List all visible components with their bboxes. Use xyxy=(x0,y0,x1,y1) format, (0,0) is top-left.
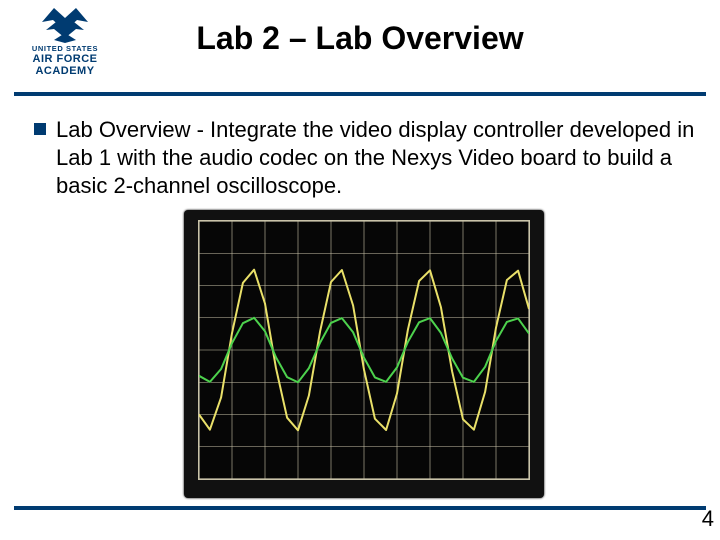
bullet-square-icon xyxy=(34,123,46,135)
bullet-text: Lab Overview - Integrate the video displ… xyxy=(56,116,698,200)
slide: UNITED STATES AIR FORCE ACADEMY Lab 2 – … xyxy=(0,0,720,540)
footer-divider xyxy=(14,506,706,510)
body-region: Lab Overview - Integrate the video displ… xyxy=(34,116,698,200)
oscilloscope-screen xyxy=(198,220,530,480)
title-divider xyxy=(14,92,706,96)
slide-title: Lab 2 – Lab Overview xyxy=(0,20,720,57)
page-number: 4 xyxy=(702,506,714,532)
bullet-item: Lab Overview - Integrate the video displ… xyxy=(34,116,698,200)
logo-line3: ACADEMY xyxy=(14,65,116,77)
oscilloscope-photo xyxy=(184,210,544,498)
scope-waveforms xyxy=(199,221,529,479)
